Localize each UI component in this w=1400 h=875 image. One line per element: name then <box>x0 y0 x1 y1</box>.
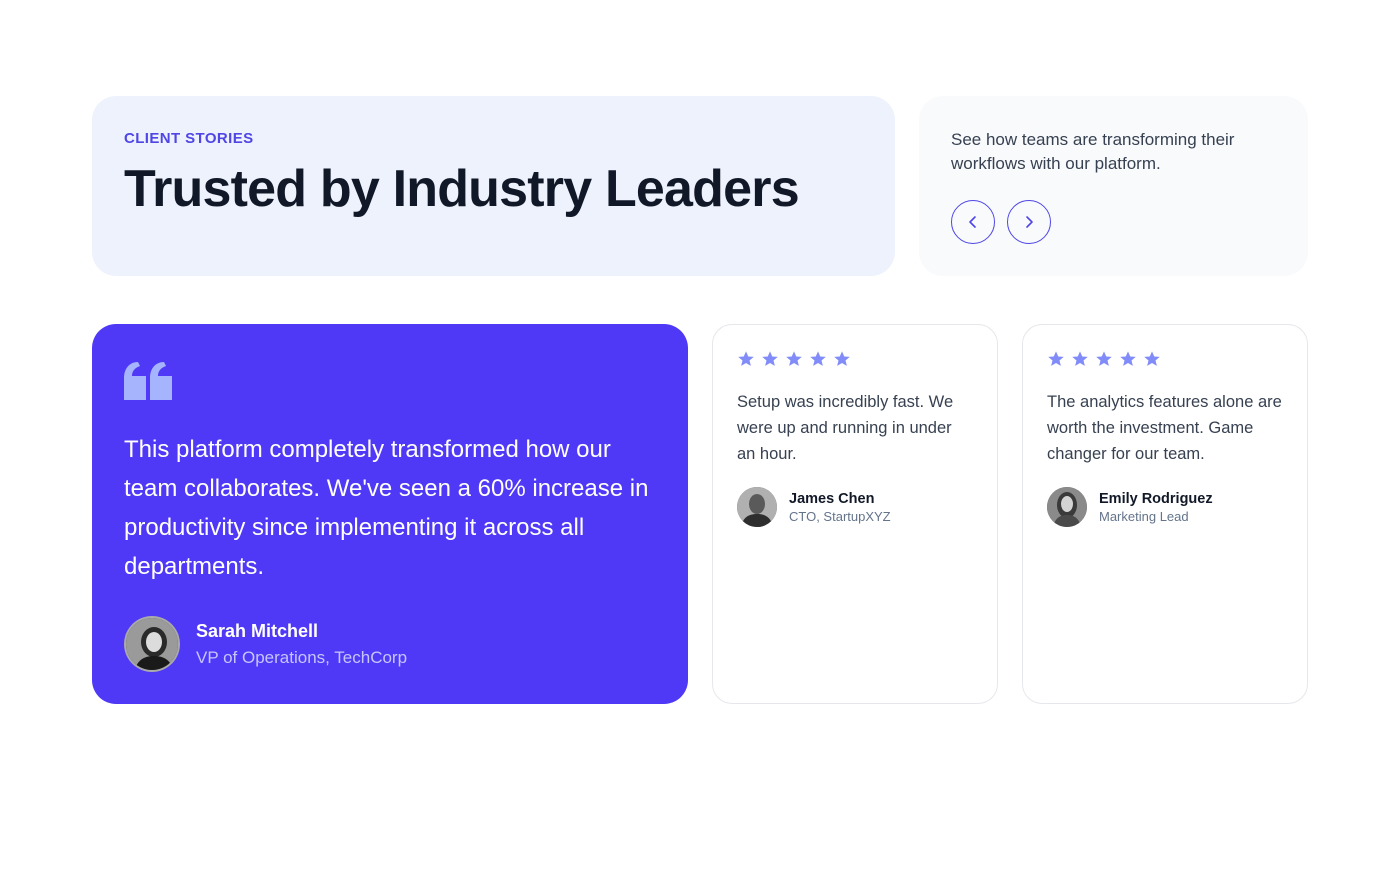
testimonial-quote: Setup was incredibly fast. We were up an… <box>737 393 954 463</box>
carousel-nav <box>951 200 1051 244</box>
star-icon <box>810 351 826 366</box>
featured-testimonial-card: This platform completely transformed how… <box>92 324 688 704</box>
featured-quote-text: This platform completely transformed how… <box>124 436 649 580</box>
featured-author: Sarah Mitchell VP of Operations, TechCor… <box>124 616 407 672</box>
star-icon <box>738 351 754 366</box>
next-button[interactable] <box>1007 200 1051 244</box>
section-headline: Trusted by Industry Leaders <box>124 160 800 218</box>
author-name: Emily Rodriguez <box>1099 490 1213 507</box>
testimonial-quote: The analytics features alone are worth t… <box>1047 393 1282 463</box>
star-icon <box>1144 351 1160 366</box>
quote-icon <box>124 362 656 400</box>
star-rating <box>737 349 973 369</box>
avatar <box>124 616 180 672</box>
testimonial-card: The analytics features alone are worth t… <box>1022 324 1308 704</box>
author-role: VP of Operations, TechCorp <box>196 647 408 667</box>
section-eyebrow: CLIENT STORIES <box>124 130 254 147</box>
testimonial-card: Setup was incredibly fast. We were up an… <box>712 324 998 704</box>
intro-card: See how teams are transforming their wor… <box>919 96 1308 276</box>
testimonial-author: Emily Rodriguez Marketing Lead <box>1047 487 1213 527</box>
header-card: CLIENT STORIES Trusted by Industry Leade… <box>92 96 895 276</box>
star-rating <box>1047 349 1283 369</box>
chevron-right-icon <box>1026 216 1033 228</box>
author-role: Marketing Lead <box>1099 508 1189 524</box>
star-icon <box>834 351 850 366</box>
intro-text: See how teams are transforming their wor… <box>951 130 1235 173</box>
previous-button[interactable] <box>951 200 995 244</box>
chevron-left-icon <box>969 216 976 228</box>
star-icon <box>1096 351 1112 366</box>
testimonial-author: James Chen CTO, StartupXYZ <box>737 487 891 527</box>
star-icon <box>762 351 778 366</box>
author-role: CTO, StartupXYZ <box>789 508 891 524</box>
author-name: Sarah Mitchell <box>196 620 319 641</box>
avatar <box>737 487 777 527</box>
star-icon <box>1072 351 1088 366</box>
avatar <box>1047 487 1087 527</box>
star-icon <box>786 351 802 366</box>
author-name: James Chen <box>789 490 875 507</box>
star-icon <box>1120 351 1136 366</box>
star-icon <box>1048 351 1064 366</box>
